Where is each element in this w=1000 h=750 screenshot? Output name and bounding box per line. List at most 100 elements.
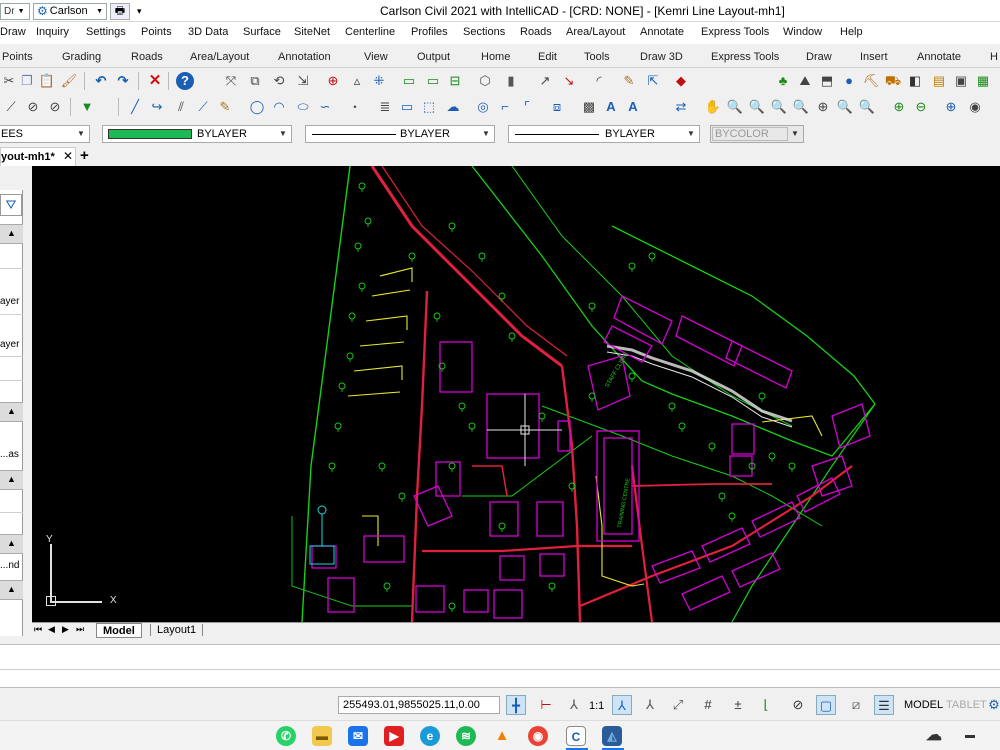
plotstyle-dropdown[interactable]: BYCOLOR ▼	[710, 125, 804, 143]
drawing-canvas[interactable]: STAFF CLINIC TRAINING CENTRE	[32, 166, 1000, 622]
annotation-visibility-icon[interactable]: ⅄	[612, 695, 632, 715]
cloud-icon[interactable]: ☁	[444, 98, 462, 116]
quick-access-dropdown[interactable]: Dr ▼	[0, 2, 30, 20]
match-properties-icon[interactable]: 🖌	[60, 72, 78, 90]
stretch-icon[interactable]: ⇲	[294, 72, 312, 90]
printer-icon[interactable]: 🖶	[110, 2, 130, 20]
tab-roads[interactable]: Roads	[131, 51, 163, 63]
text-icon[interactable]: A	[602, 98, 620, 116]
filter-icon[interactable]: ▼	[78, 98, 96, 116]
ortho-icon[interactable]: ⊢	[536, 695, 556, 715]
object-track-icon[interactable]: ⊘	[788, 695, 808, 715]
line-icon[interactable]: ╱	[126, 98, 144, 116]
menu-item-settings[interactable]: Settings	[86, 26, 126, 38]
tab-express-tools[interactable]: Express Tools	[711, 51, 779, 63]
rectangle-icon[interactable]: ▭	[400, 72, 418, 90]
linetype-dropdown[interactable]: BYLAYER ▼	[305, 125, 495, 143]
next-tab-icon[interactable]: ▶	[62, 624, 69, 635]
block-icon[interactable]: ⧈	[548, 98, 566, 116]
zoom-dynamic-icon[interactable]: 🔍	[792, 98, 810, 116]
spline-icon[interactable]: ∽	[316, 98, 334, 116]
arc-tool-icon[interactable]: ◜	[590, 72, 608, 90]
help-icon[interactable]: ?	[176, 72, 194, 90]
edit-text-icon[interactable]: ✎	[620, 72, 638, 90]
dynamic-ucs-icon[interactable]: ⌊	[756, 695, 776, 715]
youtube-icon[interactable]: ▶	[384, 726, 404, 746]
cancel-icon[interactable]: ⊘	[46, 98, 64, 116]
mtext-icon[interactable]: A	[624, 98, 642, 116]
zoom-all-icon[interactable]: 🔍	[836, 98, 854, 116]
palette-section-header[interactable]: ▲	[0, 580, 23, 600]
excavator-icon[interactable]: ⛟	[884, 72, 902, 90]
new-tab-icon[interactable]: +	[80, 147, 89, 164]
menu-item-express-tools[interactable]: Express Tools	[701, 26, 769, 38]
tab-annotation[interactable]: Annotation	[278, 51, 331, 63]
tab-tools[interactable]: Tools	[584, 51, 610, 63]
menu-item-help[interactable]: Help	[840, 26, 863, 38]
customize-toolbar-icon[interactable]: ▾	[137, 6, 142, 17]
snap-node-icon[interactable]: ▵	[348, 72, 366, 90]
grading-icon[interactable]: ⬒	[818, 72, 836, 90]
cancel-circle-icon[interactable]: ⊘	[24, 98, 42, 116]
document-tab[interactable]: yout-mh1* ✕	[0, 147, 76, 166]
pick-axe-icon[interactable]: ⛏	[862, 72, 880, 90]
menu-item-sitenet[interactable]: SiteNet	[294, 26, 330, 38]
layer-dropdown[interactable]: EES ▼	[0, 125, 90, 143]
filter-icon[interactable]: ⛛	[0, 194, 22, 216]
delete-icon[interactable]: ✕	[146, 72, 164, 90]
curve-icon[interactable]: ↪	[148, 98, 166, 116]
command-line[interactable]	[0, 644, 1000, 688]
ellipse-icon[interactable]: ⬭	[294, 98, 312, 116]
pan-hand-icon[interactable]: ✋	[704, 98, 722, 116]
line-tool-icon[interactable]: ↗	[536, 72, 554, 90]
palette-section-header[interactable]: ▲	[0, 402, 23, 422]
menu-item-draw[interactable]: Draw	[0, 26, 26, 38]
whatsapp-icon[interactable]: ✆	[276, 726, 296, 746]
snap-center-icon[interactable]: ⊕	[324, 72, 342, 90]
mail-icon[interactable]: ✉	[348, 726, 368, 746]
menu-item-points[interactable]: Points	[141, 26, 172, 38]
terrain-icon[interactable]: ⛰	[796, 72, 814, 90]
lineweight-icon[interactable]: ±	[728, 695, 748, 715]
regen-icon[interactable]: ⇄	[672, 98, 690, 116]
folder-icon[interactable]: ▤	[930, 72, 948, 90]
region-icon[interactable]: ⬚	[420, 98, 438, 116]
polyline-icon[interactable]: ⟋	[2, 98, 20, 116]
sketch-icon[interactable]: ✎	[216, 98, 234, 116]
edge-icon[interactable]: e	[420, 726, 440, 746]
3d-box-icon[interactable]: ⬡	[476, 72, 494, 90]
pick-icon[interactable]: ⇱	[644, 72, 662, 90]
carlson-app-icon[interactable]: C	[566, 726, 586, 746]
view-eye-icon[interactable]: ◉	[966, 98, 984, 116]
zoom-extents-icon[interactable]: ⊕	[814, 98, 832, 116]
point-icon[interactable]: •	[346, 98, 364, 116]
menu-item-centerline[interactable]: Centerline	[345, 26, 395, 38]
carlson-menu-dropdown[interactable]: ⚙ Carlson ▼	[33, 2, 107, 20]
workspace-icon[interactable]: ⤢	[668, 695, 688, 715]
cut-icon[interactable]: ✂	[0, 72, 18, 90]
tab-insert[interactable]: Insert	[860, 51, 888, 63]
vlc-icon[interactable]: ▲	[492, 726, 512, 746]
last-tab-icon[interactable]: ⏭	[76, 624, 84, 635]
selection-cycling-icon[interactable]: ⧄	[846, 695, 866, 715]
paste-icon[interactable]: 📋	[38, 72, 56, 90]
zoom-previous-icon[interactable]: 🔍	[770, 98, 788, 116]
annotation-scale[interactable]: 1:1	[589, 700, 604, 712]
tray-icon[interactable]: ▬	[960, 726, 980, 746]
close-icon[interactable]: ✕	[63, 149, 73, 163]
arc-icon[interactable]: ◠	[270, 98, 288, 116]
monitor-icon[interactable]: ▣	[952, 72, 970, 90]
palette-section-header[interactable]: ▲	[0, 534, 23, 554]
survey-icon[interactable]: ◧	[906, 72, 924, 90]
rectangle-draw-icon[interactable]: ▭	[398, 98, 416, 116]
first-tab-icon[interactable]: ⏮	[34, 624, 42, 635]
copy-object-icon[interactable]: ⧉	[246, 72, 264, 90]
zoom-window-icon[interactable]: 🔍	[748, 98, 766, 116]
tab-h[interactable]: H	[990, 51, 998, 63]
polar-icon[interactable]: ⅄	[564, 695, 584, 715]
snap-grid-icon[interactable]: ⁜	[370, 72, 388, 90]
hatch-icon[interactable]: ▩	[580, 98, 598, 116]
zoom-icon[interactable]: 🔍	[726, 98, 744, 116]
tab-draw-3d[interactable]: Draw 3D	[640, 51, 683, 63]
menu-item-sections[interactable]: Sections	[463, 26, 505, 38]
